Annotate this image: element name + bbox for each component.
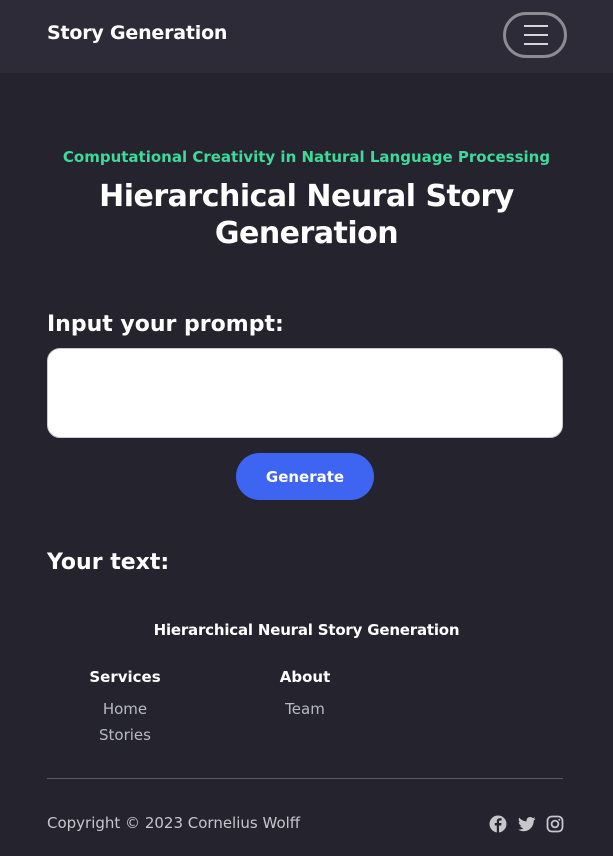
navbar: Story Generation (0, 0, 613, 73)
footer-link-team[interactable]: Team (225, 696, 385, 722)
hamburger-menu-button[interactable] (503, 12, 567, 58)
footer-divider (47, 778, 563, 779)
prompt-label: Input your prompt: (47, 312, 284, 337)
instagram-icon[interactable] (546, 815, 564, 833)
footer-link-stories[interactable]: Stories (45, 722, 205, 748)
footer-about-heading: About (279, 668, 331, 686)
footer-services-heading: Services (89, 668, 161, 686)
generate-button[interactable]: Generate (236, 453, 374, 500)
hero-eyebrow: Computational Creativity in Natural Lang… (62, 148, 551, 166)
footer-about-column: About Team (225, 668, 385, 722)
footer-services-column: Services Home Stories (45, 668, 205, 748)
footer-link-home[interactable]: Home (45, 696, 205, 722)
hamburger-bar (524, 34, 548, 36)
twitter-icon[interactable] (518, 815, 536, 833)
copyright-text: Copyright © 2023 Cornelius Wolff (47, 814, 301, 832)
brand-link[interactable]: Story Generation (47, 22, 227, 44)
hamburger-bar (524, 43, 548, 45)
footer-title: Hierarchical Neural Story Generation (153, 621, 460, 639)
page-title: Hierarchical Neural Story Generation (99, 179, 514, 251)
facebook-icon[interactable] (489, 815, 507, 833)
prompt-input[interactable] (47, 348, 563, 438)
output-label: Your text: (47, 550, 170, 575)
hamburger-menu-icon (524, 25, 548, 27)
